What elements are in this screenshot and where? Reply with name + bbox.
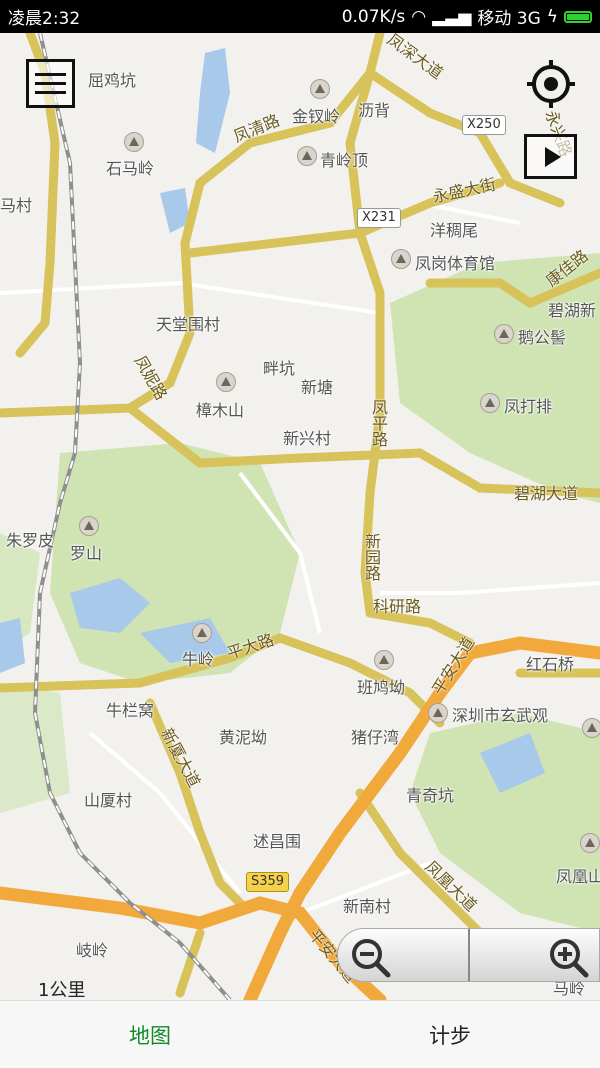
scale-label: 1公里 xyxy=(38,980,86,1000)
mountain-icon xyxy=(297,146,317,166)
place-label: 山厦村 xyxy=(84,791,133,810)
mountain-icon xyxy=(216,372,236,392)
tab-pedometer-label: 计步 xyxy=(429,1023,471,1048)
place-label: 新塘 xyxy=(301,378,334,397)
zoom-out-icon xyxy=(352,939,391,978)
menu-button[interactable] xyxy=(26,59,75,108)
place-label: 鹅公髻 xyxy=(518,328,567,347)
place-label: 洋稠尾 xyxy=(430,221,479,240)
place-label: 碧湖新 xyxy=(548,301,597,320)
place-label: 金钗岭 xyxy=(292,107,341,126)
place-label: 新兴村 xyxy=(283,429,332,448)
place-label: 青岭顶 xyxy=(320,151,369,170)
place-label: 沥背 xyxy=(358,101,391,120)
menu-icon-line xyxy=(35,82,66,85)
wifi-icon: ◠ xyxy=(411,6,427,27)
place-label: 凤岗体育馆 xyxy=(415,254,496,273)
place-label: 罗山 xyxy=(70,544,103,563)
locate-button[interactable] xyxy=(525,58,577,110)
status-time: 凌晨2:32 xyxy=(8,9,81,29)
charging-icon: ϟ xyxy=(546,6,558,27)
mountain-icon xyxy=(79,516,99,536)
status-bar: 凌晨2:32 0.07K/s ◠ ▂▃▅ 移动 3G ϟ xyxy=(0,0,600,33)
battery-icon xyxy=(564,10,592,23)
carrier-label: 移动 3G xyxy=(477,9,541,29)
mountain-icon xyxy=(310,79,330,99)
road-shield: X250 xyxy=(462,115,506,135)
place-label: 樟木山 xyxy=(196,401,245,420)
tab-map[interactable]: 地图 xyxy=(0,1001,300,1068)
zoom-controls xyxy=(337,928,600,982)
zoom-in-icon xyxy=(549,939,588,978)
place-label: 青奇坑 xyxy=(406,786,455,805)
mountain-icon xyxy=(480,393,500,413)
road-shield: S359 xyxy=(246,872,290,892)
place-label: 深圳市玄武观 xyxy=(452,706,549,725)
zoom-out-button[interactable] xyxy=(338,929,468,981)
map-scale: 1公里 xyxy=(4,978,124,1000)
road-label: 新园路 xyxy=(362,533,381,581)
place-label: 屈鸡坑 xyxy=(88,71,137,90)
tab-pedometer[interactable]: 计步 xyxy=(300,1001,600,1068)
place-label: 班鸠坳 xyxy=(357,678,406,697)
map-view[interactable]: 屈鸡坑 石马岭 马村 金钗岭 沥背 青岭顶 洋稠尾 凤岗体育馆 碧湖新 鹅公髻 … xyxy=(0,33,600,1000)
signal-icon: ▂▃▅ xyxy=(432,6,472,27)
mountain-icon xyxy=(582,718,600,738)
tab-map-label: 地图 xyxy=(129,1023,171,1048)
menu-icon xyxy=(35,73,66,76)
place-label: 朱罗皮 xyxy=(6,531,55,550)
place-label: 凤打排 xyxy=(504,397,553,416)
road-shield: X231 xyxy=(357,208,401,228)
menu-icon-line xyxy=(35,91,66,94)
locate-icon xyxy=(527,60,575,108)
place-label: 黄泥坳 xyxy=(219,728,268,747)
place-label: 猪仔湾 xyxy=(351,728,400,747)
network-speed: 0.07K/s xyxy=(341,6,406,27)
stadium-icon xyxy=(391,249,411,269)
place-label: 新南村 xyxy=(343,897,392,916)
place-label: 马村 xyxy=(0,196,33,215)
temple-icon xyxy=(428,703,448,723)
bottom-tab-bar: 地图 计步 xyxy=(0,1000,600,1068)
mountain-icon xyxy=(580,833,600,853)
status-indicators: 0.07K/s ◠ ▂▃▅ 移动 3G ϟ xyxy=(342,4,592,29)
place-label: 红石桥 xyxy=(526,655,575,674)
place-label: 石马岭 xyxy=(106,159,155,178)
place-label: 畔坑 xyxy=(263,359,296,378)
mountain-icon xyxy=(494,324,514,344)
mountain-icon xyxy=(192,623,212,643)
place-label: 牛栏窝 xyxy=(106,701,155,720)
road-label: 凤平路 xyxy=(369,399,388,447)
road-label: 科研路 xyxy=(373,597,422,616)
zoom-in-button[interactable] xyxy=(467,929,600,981)
road-label: 碧湖大道 xyxy=(514,484,579,503)
place-label: 天堂围村 xyxy=(156,315,221,334)
place-label: 凤凰山 xyxy=(556,867,600,886)
mountain-icon xyxy=(124,132,144,152)
mountain-icon xyxy=(374,650,394,670)
place-label: 牛岭 xyxy=(182,650,215,669)
place-label: 岐岭 xyxy=(76,941,109,960)
place-label: 述昌围 xyxy=(253,832,302,851)
play-button[interactable] xyxy=(524,134,577,179)
